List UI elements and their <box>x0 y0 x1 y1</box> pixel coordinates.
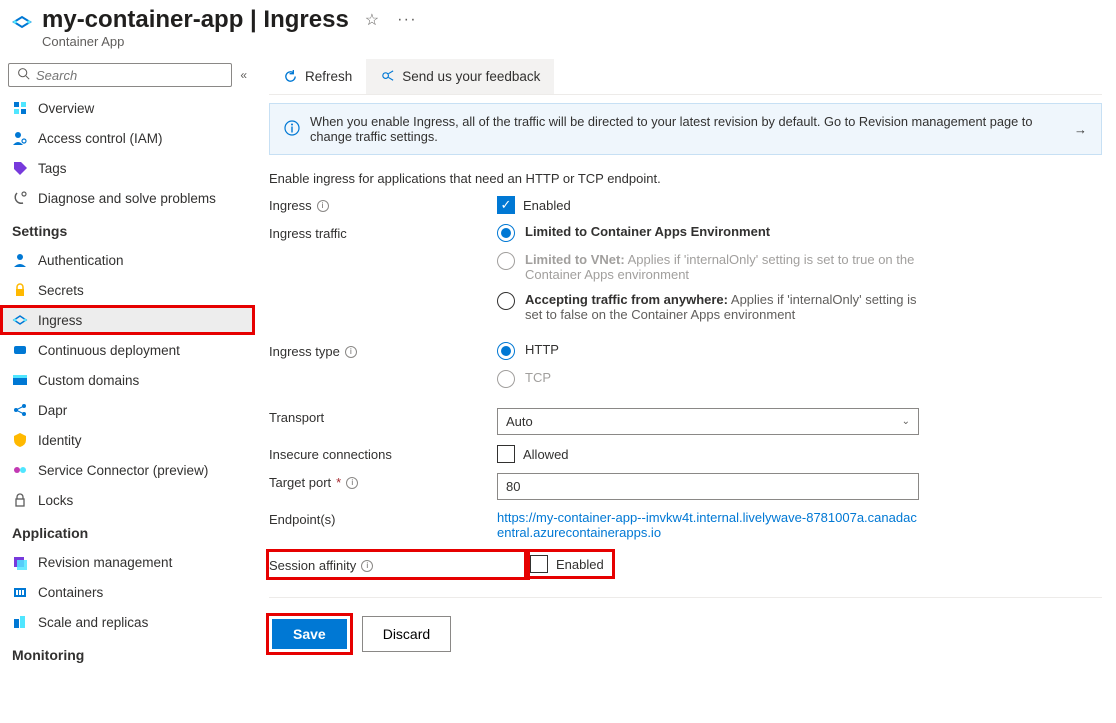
ingress-icon <box>12 312 28 328</box>
main-content: Refresh Send us your feedback When you e… <box>255 59 1116 673</box>
transport-label: Transport <box>269 408 497 425</box>
chevron-down-icon: ⌄ <box>902 416 910 427</box>
diagnose-icon <box>12 190 28 206</box>
container-app-icon <box>10 10 34 34</box>
revisions-icon <box>12 554 28 570</box>
type-option-http[interactable]: HTTP <box>497 342 1102 360</box>
refresh-button[interactable]: Refresh <box>269 59 366 94</box>
search-input[interactable] <box>8 63 232 87</box>
info-icon[interactable]: i <box>345 346 357 358</box>
domains-icon <box>12 372 28 388</box>
identity-icon <box>12 432 28 448</box>
sidebar-item-authentication[interactable]: Authentication <box>0 245 255 275</box>
feedback-icon <box>380 69 395 84</box>
sidebar-item-identity[interactable]: Identity <box>0 425 255 455</box>
traffic-label: Ingress traffic <box>269 224 497 241</box>
sidebar-item-scale[interactable]: Scale and replicas <box>0 607 255 637</box>
transport-select[interactable]: Auto ⌄ <box>497 408 919 435</box>
affinity-label: Session affinityi <box>269 556 493 573</box>
auth-icon <box>12 252 28 268</box>
refresh-icon <box>283 69 298 84</box>
sidebar-item-serviceconnector[interactable]: Service Connector (preview) <box>0 455 255 485</box>
sidebar-item-overview[interactable]: Overview <box>0 93 255 123</box>
scale-icon <box>12 614 28 630</box>
cd-icon <box>12 342 28 358</box>
sidebar: « Overview Access control (IAM) Tags Dia… <box>0 59 255 673</box>
info-bar[interactable]: When you enable Ingress, all of the traf… <box>269 103 1102 155</box>
secrets-icon <box>12 282 28 298</box>
collapse-sidebar-icon[interactable]: « <box>240 68 247 82</box>
sidebar-item-revisions[interactable]: Revision management <box>0 547 255 577</box>
traffic-option-env[interactable]: Limited to Container Apps Environment <box>497 224 1102 242</box>
type-option-tcp: TCP <box>497 370 1102 388</box>
traffic-option-anywhere[interactable]: Accepting traffic from anywhere: Applies… <box>497 292 1102 322</box>
type-label: Ingress typei <box>269 342 497 359</box>
ingress-label: Ingressi <box>269 196 497 213</box>
checkbox-checked-icon: ✓ <box>497 196 515 214</box>
port-label: Target port*i <box>269 473 497 490</box>
traffic-option-vnet: Limited to VNet: Applies if 'internalOnl… <box>497 252 1102 282</box>
endpoints-label: Endpoint(s) <box>269 510 497 527</box>
radio-selected-icon <box>497 342 515 360</box>
sidebar-item-dapr[interactable]: Dapr <box>0 395 255 425</box>
sidebar-item-ingress[interactable]: Ingress <box>0 305 255 335</box>
checkbox-icon <box>497 445 515 463</box>
affinity-checkbox[interactable]: Enabled <box>530 555 604 573</box>
section-monitoring: Monitoring <box>0 637 255 669</box>
iam-icon <box>12 130 28 146</box>
section-settings: Settings <box>0 213 255 245</box>
sidebar-item-tags[interactable]: Tags <box>0 153 255 183</box>
radio-disabled-icon <box>497 370 515 388</box>
page-title: my-container-app | Ingress <box>42 6 349 34</box>
sidebar-item-cd[interactable]: Continuous deployment <box>0 335 255 365</box>
sidebar-item-secrets[interactable]: Secrets <box>0 275 255 305</box>
insecure-label: Insecure connections <box>269 445 497 462</box>
info-icon[interactable]: i <box>346 477 358 489</box>
page-header: my-container-app | Ingress ☆ ··· Contain… <box>0 0 1116 59</box>
info-icon[interactable]: i <box>361 560 373 572</box>
sidebar-item-iam[interactable]: Access control (IAM) <box>0 123 255 153</box>
save-button[interactable]: Save <box>272 619 347 649</box>
feedback-button[interactable]: Send us your feedback <box>366 59 554 94</box>
port-input[interactable]: 80 <box>497 473 919 500</box>
discard-button[interactable]: Discard <box>362 616 451 652</box>
checkbox-icon <box>530 555 548 573</box>
search-field[interactable] <box>36 68 223 83</box>
description: Enable ingress for applications that nee… <box>269 171 1102 186</box>
dapr-icon <box>12 402 28 418</box>
locks-icon <box>12 492 28 508</box>
info-icon <box>284 120 300 139</box>
radio-disabled-icon <box>497 252 515 270</box>
sidebar-item-containers[interactable]: Containers <box>0 577 255 607</box>
search-icon <box>17 67 30 83</box>
insecure-checkbox[interactable]: Allowed <box>497 445 1102 463</box>
radio-icon <box>497 292 515 310</box>
containers-icon <box>12 584 28 600</box>
sidebar-item-domains[interactable]: Custom domains <box>0 365 255 395</box>
arrow-icon: → <box>1074 122 1087 137</box>
sidebar-item-diagnose[interactable]: Diagnose and solve problems <box>0 183 255 213</box>
serviceconnector-icon <box>12 462 28 478</box>
endpoint-link[interactable]: https://my-container-app--imvkw4t.intern… <box>497 510 919 540</box>
radio-selected-icon <box>497 224 515 242</box>
tags-icon <box>12 160 28 176</box>
more-icon[interactable]: ··· <box>397 11 417 29</box>
resource-type: Container App <box>42 34 417 49</box>
favorite-icon[interactable]: ☆ <box>365 10 379 30</box>
section-application: Application <box>0 515 255 547</box>
toolbar: Refresh Send us your feedback <box>269 59 1102 95</box>
overview-icon <box>12 100 28 116</box>
sidebar-item-locks[interactable]: Locks <box>0 485 255 515</box>
info-icon[interactable]: i <box>317 200 329 212</box>
ingress-enabled-checkbox[interactable]: ✓ Enabled <box>497 196 1102 214</box>
